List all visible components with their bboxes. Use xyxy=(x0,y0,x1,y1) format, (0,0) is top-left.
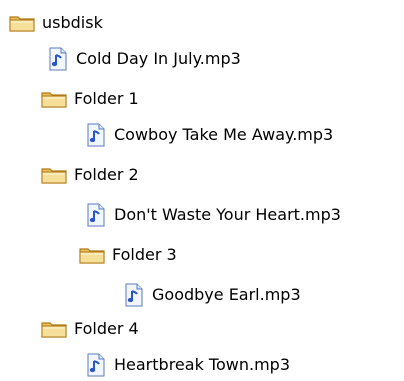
audio-file-icon xyxy=(86,353,106,377)
folder-icon xyxy=(40,318,68,340)
audio-file-icon xyxy=(86,123,106,147)
tree-item-folder[interactable]: Folder 4 xyxy=(40,316,139,342)
tree-item-label: Folder 3 xyxy=(112,245,177,264)
folder-icon xyxy=(78,244,106,266)
tree-item-file[interactable]: Goodbye Earl.mp3 xyxy=(124,282,301,308)
tree-item-label: Goodbye Earl.mp3 xyxy=(152,285,301,304)
audio-file-icon xyxy=(124,283,144,307)
tree-item-root-usbdisk[interactable]: usbdisk xyxy=(8,10,103,36)
audio-file-icon xyxy=(48,47,68,71)
tree-item-label: Heartbreak Town.mp3 xyxy=(114,355,290,374)
tree-item-label: Cowboy Take Me Away.mp3 xyxy=(114,125,334,144)
tree-item-folder[interactable]: Folder 1 xyxy=(40,86,139,112)
tree-item-label: Folder 4 xyxy=(74,319,139,338)
tree-item-folder[interactable]: Folder 2 xyxy=(40,162,139,188)
tree-item-label: Cold Day In July.mp3 xyxy=(76,49,241,68)
tree-item-label: Don't Waste Your Heart.mp3 xyxy=(114,205,341,224)
folder-icon xyxy=(40,88,68,110)
tree-item-label: Folder 2 xyxy=(74,165,139,184)
audio-file-icon xyxy=(86,203,106,227)
tree-item-folder[interactable]: Folder 3 xyxy=(78,242,177,268)
folder-icon xyxy=(40,164,68,186)
tree-item-file[interactable]: Heartbreak Town.mp3 xyxy=(86,352,290,378)
tree-item-file[interactable]: Cold Day In July.mp3 xyxy=(48,46,241,72)
tree-item-file[interactable]: Don't Waste Your Heart.mp3 xyxy=(86,202,341,228)
tree-item-file[interactable]: Cowboy Take Me Away.mp3 xyxy=(86,122,333,148)
tree-item-label: usbdisk xyxy=(42,13,103,32)
tree-item-label: Folder 1 xyxy=(74,89,139,108)
folder-icon xyxy=(8,12,36,34)
file-tree: usbdisk Cold Day In July.mp3 Folder 1 Co… xyxy=(0,0,404,381)
